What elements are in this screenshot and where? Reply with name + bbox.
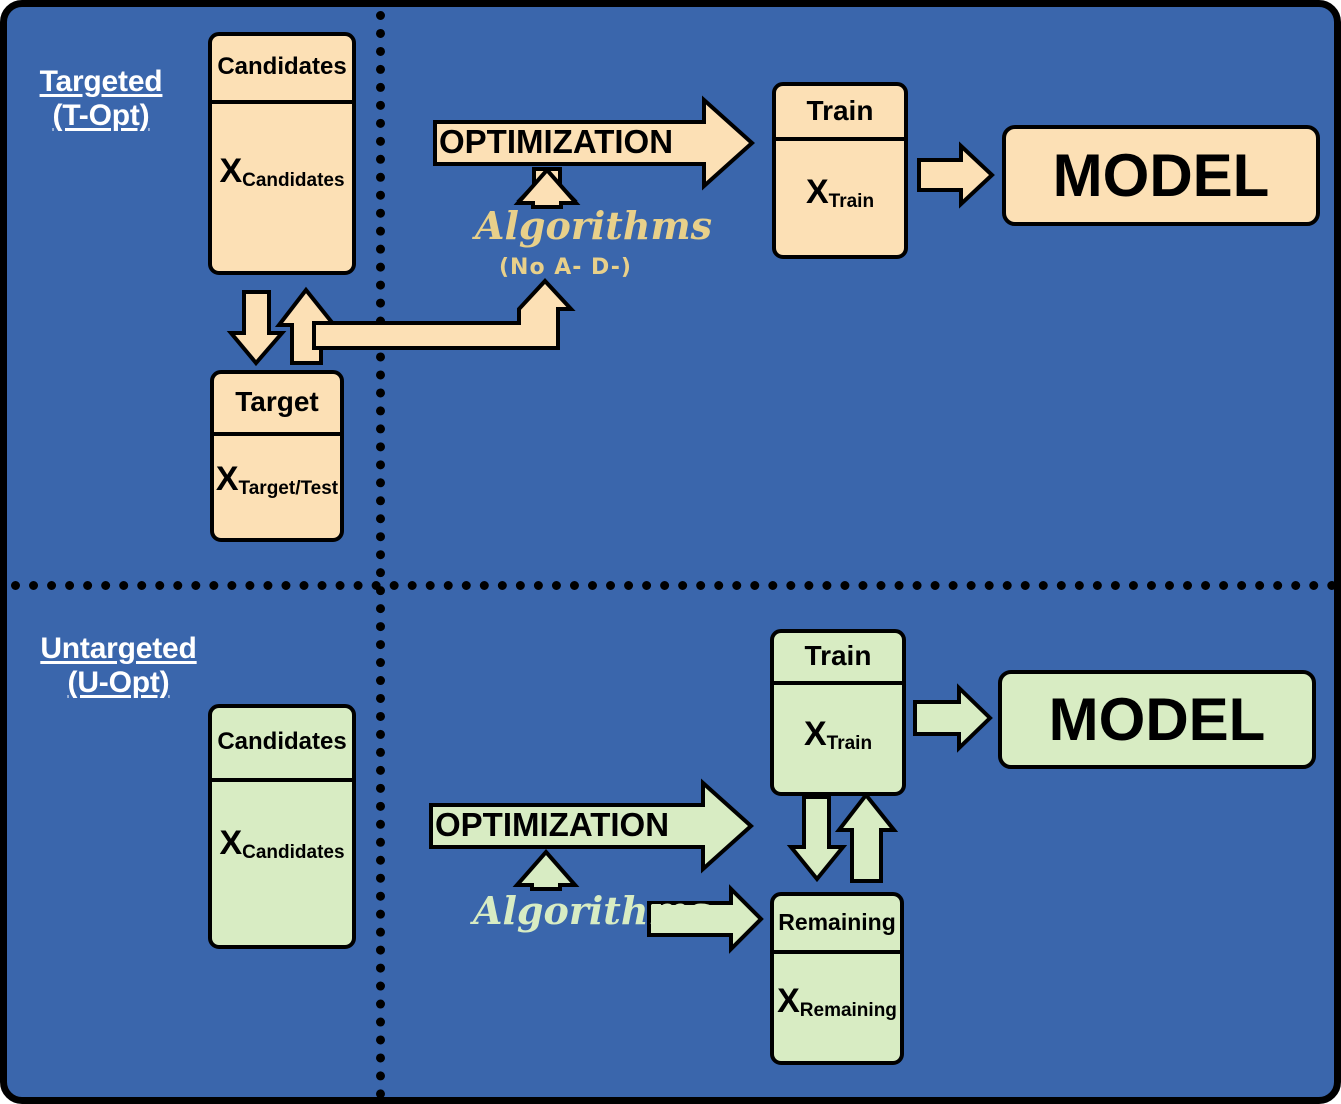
box-target-header: Target xyxy=(214,374,340,436)
feedback-loop-path-targeted xyxy=(312,278,576,350)
box-train-targeted-value: X xyxy=(805,173,829,211)
section-label-untargeted-abbrev: (U-Opt) xyxy=(67,665,170,699)
section-label-untargeted-name: Untargeted xyxy=(40,632,197,665)
algorithms-note-targeted: (No A- D-) xyxy=(499,255,632,280)
box-train-untargeted-body: XTrain xyxy=(774,685,902,792)
feedback-loop-arrow-targeted xyxy=(314,279,586,348)
target-to-candidates-up-arrow xyxy=(280,294,332,359)
box-train-targeted-header: Train xyxy=(776,86,904,141)
box-candidates-targeted: Candidates XCandidates xyxy=(208,32,356,275)
box-remaining-untargeted: Remaining XRemaining xyxy=(770,892,904,1065)
algorithms-label-targeted: Algorithms xyxy=(475,203,713,248)
box-remaining-subscript: Remaining xyxy=(799,1000,897,1021)
section-label-targeted-abbrev: (T-Opt) xyxy=(52,98,150,132)
box-candidates-untargeted: Candidates XCandidates xyxy=(208,704,356,949)
vertical-dotted-divider xyxy=(376,11,385,1097)
box-candidates-targeted-value: X xyxy=(219,152,243,190)
algorithms-up-arrow-untargeted xyxy=(512,848,580,891)
box-train-untargeted: Train XTrain xyxy=(770,629,906,796)
box-train-targeted: Train XTrain xyxy=(772,82,908,259)
box-train-untargeted-header: Train xyxy=(774,633,902,685)
box-candidates-untargeted-value: X xyxy=(219,824,243,862)
box-remaining-header: Remaining xyxy=(774,896,900,954)
algorithms-up-arrow-targeted xyxy=(516,167,578,201)
box-train-untargeted-value: X xyxy=(803,715,827,753)
target-to-candidates-up-arrow-shape xyxy=(274,286,339,365)
train-to-remaining-down-arrow xyxy=(786,795,848,883)
box-candidates-untargeted-body: XCandidates xyxy=(212,782,352,945)
box-remaining-value: X xyxy=(777,982,800,1020)
diagram-canvas: Targeted (T-Opt) Candidates XCandidates … xyxy=(0,0,1341,1104)
box-candidates-targeted-body: XCandidates xyxy=(212,104,352,271)
horizontal-dotted-divider xyxy=(11,581,1334,590)
box-model-targeted: MODEL xyxy=(1002,125,1320,226)
box-target-targeted: Target XTarget/Test xyxy=(210,370,344,542)
remaining-to-train-up-arrow xyxy=(834,791,899,883)
box-candidates-targeted-header: Candidates xyxy=(212,36,352,104)
optimization-label-untargeted: OPTIMIZATION xyxy=(435,806,670,843)
box-model-untargeted: MODEL xyxy=(998,670,1316,769)
candidates-to-target-down-arrow xyxy=(226,290,287,367)
box-train-untargeted-subscript: Train xyxy=(826,733,873,754)
optimization-label-untargeted-wrap: OPTIMIZATION xyxy=(435,802,735,850)
optimization-label-targeted-wrap: OPTIMIZATION xyxy=(439,119,739,167)
box-remaining-body: XRemaining xyxy=(774,954,900,1061)
box-target-body: XTarget/Test xyxy=(214,436,340,538)
box-target-subscript: Target/Test xyxy=(238,478,339,499)
box-train-targeted-subscript: Train xyxy=(828,191,875,212)
train-to-model-arrow-targeted xyxy=(917,141,995,209)
algorithms-label-untargeted: Algorithms xyxy=(473,888,711,933)
box-candidates-targeted-subscript: Candidates xyxy=(242,170,345,191)
section-label-untargeted: Untargeted (U-Opt) xyxy=(21,632,216,699)
section-label-targeted: Targeted (T-Opt) xyxy=(21,65,181,132)
optimization-label-targeted: OPTIMIZATION xyxy=(439,123,674,160)
box-candidates-untargeted-subscript: Candidates xyxy=(242,842,345,863)
box-train-targeted-body: XTrain xyxy=(776,141,904,255)
algorithms-up-arrow-targeted-shape xyxy=(513,166,581,209)
box-target-value: X xyxy=(215,460,239,498)
box-candidates-untargeted-header: Candidates xyxy=(212,708,352,782)
section-label-targeted-name: Targeted xyxy=(39,65,163,98)
train-to-model-arrow-untargeted xyxy=(913,683,993,753)
